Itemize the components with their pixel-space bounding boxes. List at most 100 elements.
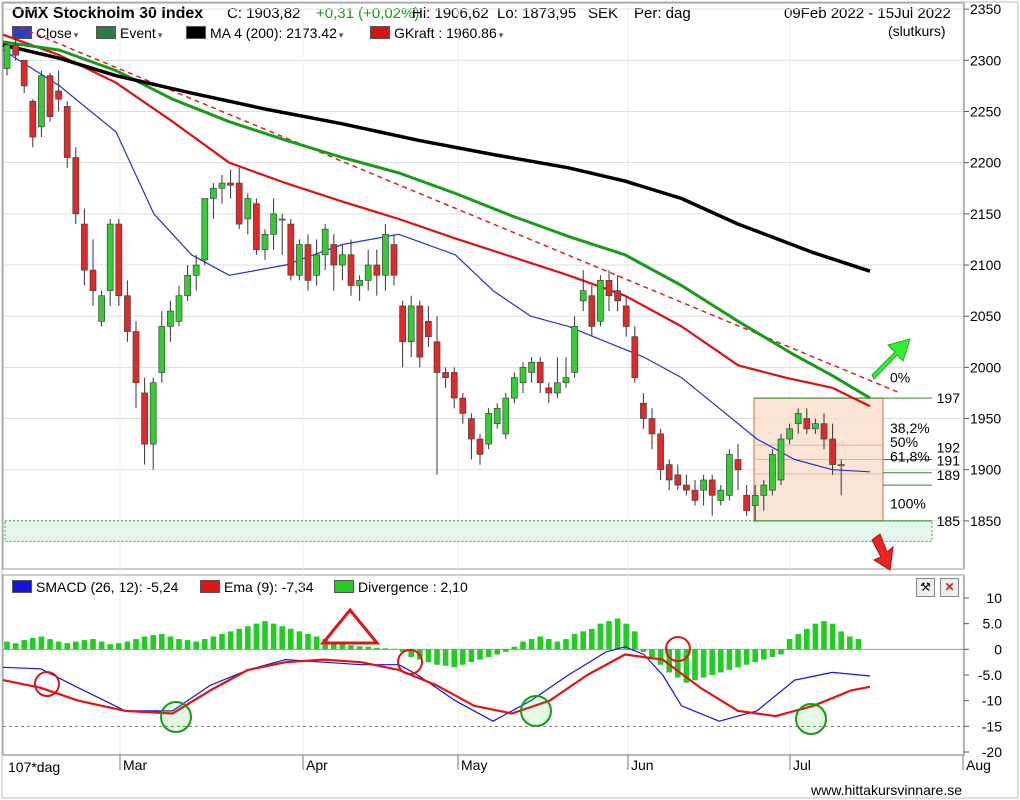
divergence-bar: [64, 643, 70, 650]
divergence-bar: [778, 649, 784, 655]
candle: [330, 244, 338, 266]
divergence-bar: [210, 636, 217, 650]
candle: [450, 372, 458, 399]
buy-signal-circle: [795, 703, 827, 735]
divergence-bar: [313, 636, 320, 650]
candle: [373, 264, 381, 276]
candle: [184, 274, 191, 297]
candle: [296, 244, 303, 276]
fib-label-618: 61,8%: [890, 449, 930, 465]
divergence-bar: [81, 640, 88, 650]
divergence-bar: [382, 648, 389, 650]
candle: [442, 372, 449, 378]
divergence-bar: [279, 626, 285, 650]
divergence-bar: [855, 639, 862, 650]
x-tick-label: Apr: [306, 757, 328, 773]
candle: [837, 464, 845, 467]
macd-y-tick-label: -5.0: [978, 667, 1002, 683]
candle: [459, 397, 467, 414]
divergence-bar: [761, 649, 767, 660]
y-tick-label: 2000: [970, 359, 1001, 375]
divergence-bar: [4, 641, 10, 650]
divergence-bar: [709, 649, 715, 675]
divergence-bar: [769, 649, 776, 658]
ma200-line: [2, 43, 871, 273]
candle: [63, 106, 71, 158]
candle: [631, 336, 639, 378]
candle: [760, 484, 768, 496]
candle: [597, 280, 604, 322]
candle: [708, 479, 716, 496]
divergence-bar: [485, 649, 492, 658]
divergence-bar: [640, 649, 647, 652]
y-tick-label: 2150: [970, 206, 1001, 222]
divergence-bar: [296, 631, 303, 650]
candle: [820, 423, 828, 440]
divergence-bar: [30, 638, 36, 650]
candle: [55, 90, 62, 100]
candle: [356, 280, 363, 286]
candle: [622, 305, 630, 327]
macd-panel: 105.00-5.0-10-15-20: [2, 575, 1002, 760]
divergence-bar: [511, 646, 518, 650]
divergence-bar: [528, 639, 535, 650]
divergence-bar: [116, 643, 122, 650]
divergence-bar: [38, 636, 45, 650]
candle: [278, 218, 286, 221]
divergence-bar: [571, 633, 578, 650]
divergence-bar: [98, 641, 105, 650]
x-tick-label: Mar: [123, 757, 147, 773]
divergence-bar: [270, 623, 277, 650]
candle: [167, 310, 174, 327]
divergence-bar: [150, 634, 156, 650]
y-tick-label: 1900: [970, 462, 1001, 478]
x-tick-label: May: [461, 757, 487, 773]
divergence-bar: [614, 618, 621, 650]
macd-y-tick-label: -10: [982, 693, 1002, 709]
x-tick-label: Aug: [966, 757, 991, 773]
period-label: 107*dag: [8, 759, 60, 775]
divergence-bar: [202, 639, 208, 650]
candle: [3, 44, 11, 69]
footer-url[interactable]: www.hittakursvinnare.se: [811, 782, 962, 798]
candle: [201, 198, 209, 261]
divergence-bar: [107, 644, 113, 650]
candle: [244, 198, 252, 220]
candle: [743, 494, 750, 512]
divergence-bar: [262, 621, 268, 650]
candle: [158, 326, 166, 373]
candle: [648, 418, 656, 435]
divergence-bar: [288, 628, 294, 650]
candle: [751, 494, 759, 506]
divergence-bar: [597, 623, 604, 650]
candle: [717, 489, 725, 501]
divergence-bar: [55, 641, 62, 650]
candle: [528, 361, 535, 373]
divergence-bar: [391, 648, 397, 650]
candle: [571, 326, 578, 373]
x-tick-label: Jul: [793, 757, 811, 773]
macd-y-tick-label: 10: [986, 590, 1002, 606]
candle: [803, 418, 811, 430]
candle: [407, 305, 415, 343]
divergence-bar: [623, 623, 629, 650]
divergence-bar: [176, 639, 182, 650]
fib-label-0: 0%: [890, 370, 910, 386]
candle: [46, 75, 54, 117]
divergence-bar: [520, 641, 526, 650]
divergence-bar: [442, 649, 449, 666]
candle: [493, 407, 501, 425]
candle: [786, 428, 793, 440]
candle: [227, 182, 234, 186]
candle: [253, 203, 260, 251]
y-tick-label: 2300: [970, 52, 1001, 68]
candle: [382, 233, 389, 276]
candle: [562, 377, 570, 384]
macd-y-tick-label: 0: [994, 641, 1002, 657]
candle: [20, 59, 28, 87]
divergence-bar: [193, 641, 199, 650]
candle: [81, 223, 88, 271]
y-axis: 1850 1900 1950 2000 2050 2100 2150 2200 2250 2300…: [963, 1, 1001, 569]
candle: [614, 290, 621, 302]
divergence-bar: [167, 636, 174, 650]
